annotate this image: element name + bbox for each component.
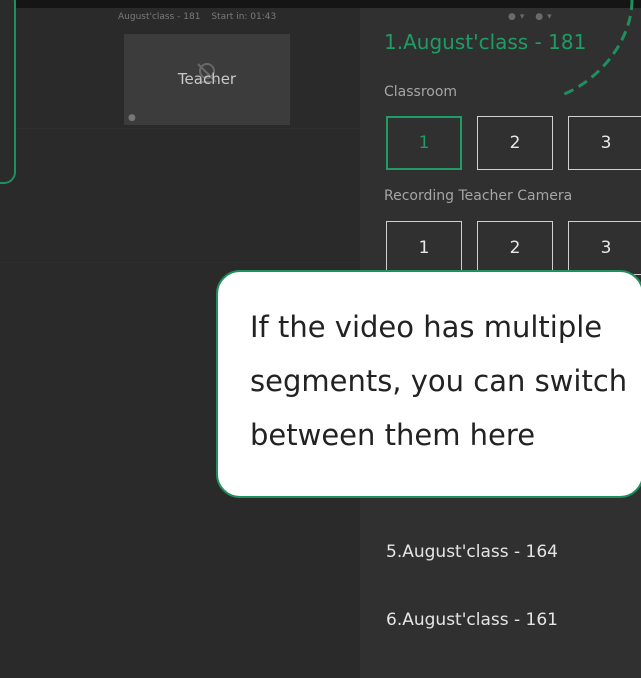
tutorial-tooltip: If the video has multiple segments, you … — [216, 270, 641, 498]
grid-divider — [0, 128, 370, 129]
class-list-item-6[interactable]: 6.August'class - 161 — [386, 610, 558, 630]
tooltip-line-3: between them here — [250, 418, 536, 452]
class-list-item-5[interactable]: 5.August'class - 164 — [386, 542, 558, 562]
classroom-label: Classroom — [384, 84, 458, 100]
teacher-label: Teacher — [177, 70, 237, 88]
class-name-text: August'class - 181 — [118, 12, 201, 22]
recording-segment-3-button[interactable]: 3 — [568, 221, 641, 275]
classroom-segment-2-button[interactable]: 2 — [477, 116, 553, 170]
recording-segment-1-button[interactable]: 1 — [386, 221, 462, 275]
class-status: August'class - 181 Start in: 01:43 — [118, 12, 284, 22]
classroom-segment-1-button[interactable]: 1 — [386, 116, 462, 170]
grid-divider — [0, 262, 370, 263]
current-class-title[interactable]: 1.August'class - 181 — [384, 30, 586, 54]
classroom-segment-3-button[interactable]: 3 — [568, 116, 641, 170]
highlight-frame — [0, 0, 16, 184]
tooltip-line-1: If the video has multiple — [250, 310, 603, 344]
pointer-arc-icon — [561, 0, 634, 97]
recording-segment-2-button[interactable]: 2 — [477, 221, 553, 275]
teacher-video-tile[interactable]: Teacher ● — [124, 34, 290, 125]
tooltip-line-2: segments, you can switch — [250, 364, 628, 398]
recording-camera-label: Recording Teacher Camera — [384, 188, 573, 204]
mic-muted-icon: ● — [128, 113, 136, 123]
countdown-text: Start in: 01:43 — [211, 12, 277, 22]
